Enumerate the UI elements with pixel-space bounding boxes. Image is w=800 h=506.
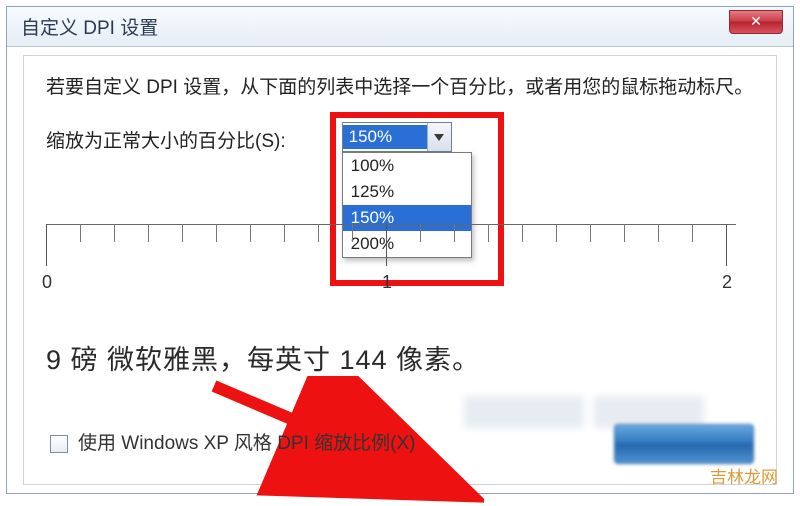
ruler-tick-minor [556, 224, 557, 242]
ruler-tick-minor [352, 224, 353, 242]
ruler-label-0: 0 [42, 272, 52, 293]
combo-dropdown-button[interactable] [427, 123, 451, 151]
option-100[interactable]: 100% [343, 153, 471, 179]
scale-combobox[interactable]: 150% [342, 122, 452, 152]
sample-text: 9 磅 微软雅黑，每英寸 144 像素。 [46, 338, 480, 377]
ruler-tick-minor [148, 224, 149, 242]
close-icon: ✕ [750, 13, 762, 30]
ruler-tick-minor [182, 224, 183, 242]
dialog-window: 自定义 DPI 设置 ✕ 若要自定义 DPI 设置，从下面的列表中选择一个百分比… [6, 6, 794, 494]
ruler-tick-minor [114, 224, 115, 242]
ruler-tick-minor [624, 224, 625, 242]
titlebar: 自定义 DPI 设置 ✕ [7, 7, 793, 47]
scale-label: 缩放为正常大小的百分比(S): [46, 122, 286, 153]
ruler-tick-minor [522, 224, 523, 242]
chevron-down-icon [434, 134, 444, 141]
scale-row: 缩放为正常大小的百分比(S): 150% 100% 125% 150% 200% [46, 122, 754, 153]
ruler-tick-minor [216, 224, 217, 242]
window-title: 自定义 DPI 设置 [21, 13, 158, 40]
ruler-tick-minor [692, 224, 693, 242]
ruler-tick-minor [488, 224, 489, 242]
instruction-text: 若要自定义 DPI 设置，从下面的列表中选择一个百分比，或者用您的鼠标拖动标尺。 [46, 72, 754, 104]
close-button[interactable]: ✕ [729, 10, 783, 34]
ruler-tick-minor [284, 224, 285, 242]
ruler-tick-minor [590, 224, 591, 242]
dialog-content: 若要自定义 DPI 设置，从下面的列表中选择一个百分比，或者用您的鼠标拖动标尺。… [23, 55, 777, 485]
ruler-tick-major [386, 224, 387, 266]
watermark: 吉林龙网 [710, 463, 778, 488]
ruler-tick-major [46, 224, 47, 266]
combo-wrap: 150% 100% 125% 150% 200% [342, 122, 452, 152]
xp-style-checkbox[interactable] [50, 435, 68, 453]
ruler-tick-minor [454, 224, 455, 242]
ruler-tick-minor [250, 224, 251, 242]
ruler-tick-minor [658, 224, 659, 242]
bottom-row: 使用 Windows XP 风格 DPI 缩放比例(X) [50, 424, 754, 464]
ruler-line [46, 224, 736, 225]
option-125[interactable]: 125% [343, 179, 471, 205]
ruler-label-1: 1 [382, 272, 392, 293]
ruler-tick-minor [80, 224, 81, 242]
xp-style-label: 使用 Windows XP 风格 DPI 缩放比例(X) [78, 432, 415, 457]
ruler-tick-minor [318, 224, 319, 242]
ruler-tick-major [726, 224, 727, 266]
ruler-tick-minor [420, 224, 421, 242]
ok-button[interactable] [614, 424, 754, 464]
ruler-label-2: 2 [722, 272, 732, 293]
combo-value: 150% [343, 125, 427, 149]
ruler[interactable]: 0 1 2 [46, 218, 736, 308]
